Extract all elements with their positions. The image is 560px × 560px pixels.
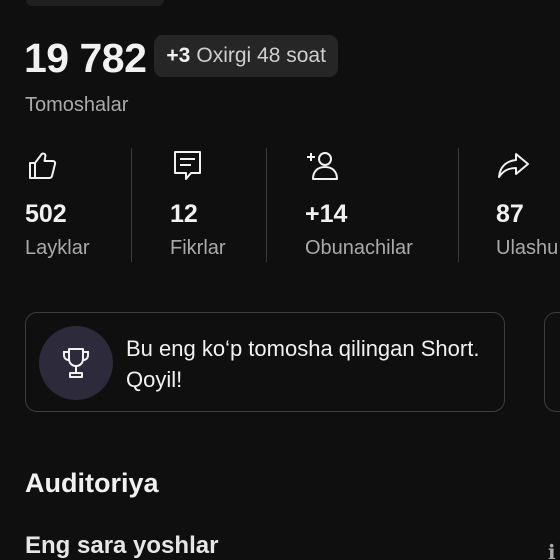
stat-shares[interactable]: 87 Ulashu [496,148,560,264]
thumb-up-icon [29,152,57,179]
stat-subscribers-label: Obunachilar [305,237,413,259]
share-icon [498,153,529,178]
audience-subtitle: Eng sara yoshlar [25,532,219,559]
info-icon[interactable]: ℹ [548,540,556,560]
stat-likes-value: 502 [25,200,67,228]
comment-icon [174,151,201,180]
stat-likes[interactable]: 502 Layklar [25,148,125,264]
stat-divider [266,148,267,262]
engagement-stats: 502 Layklar 12 Fikrlar +14 Obunachilar 8… [0,148,560,264]
trophy-icon [63,348,89,378]
views-label: Tomoshalar [25,94,129,116]
stat-subscribers-value: +14 [305,200,348,228]
trophy-badge [39,326,113,400]
stat-comments-label: Fikrlar [170,237,226,259]
top-tab-fragment[interactable] [26,0,164,6]
add-subscriber-icon [307,152,338,180]
stat-divider [131,148,132,262]
stat-comments-value: 12 [170,200,198,228]
analytics-page: 19 782 +3 Oxirgi 48 soat Tomoshalar 502 … [0,0,560,560]
views-summary: 19 782 +3 Oxirgi 48 soat [24,32,338,79]
views-count: 19 782 [24,35,147,81]
audience-section-title: Auditoriya [25,468,159,498]
stat-likes-label: Layklar [25,237,90,259]
stat-comments[interactable]: 12 Fikrlar [170,148,260,264]
banner-message: Bu eng ko‘p tomosha qilingan Short. Qoyi… [126,336,480,392]
views-delta-period: Oxirgi 48 soat [196,43,326,67]
top-short-banner[interactable]: Bu eng ko‘p tomosha qilingan Short. Qoyi… [25,312,505,412]
stat-subscribers[interactable]: +14 Obunachilar [305,148,435,264]
stat-shares-label: Ulashu [496,237,559,259]
views-delta-badge: +3 Oxirgi 48 soat [154,34,338,77]
stat-shares-value: 87 [496,200,524,228]
stat-divider [458,148,459,262]
next-banner-card[interactable] [544,312,560,412]
views-delta-value: +3 [166,43,191,67]
